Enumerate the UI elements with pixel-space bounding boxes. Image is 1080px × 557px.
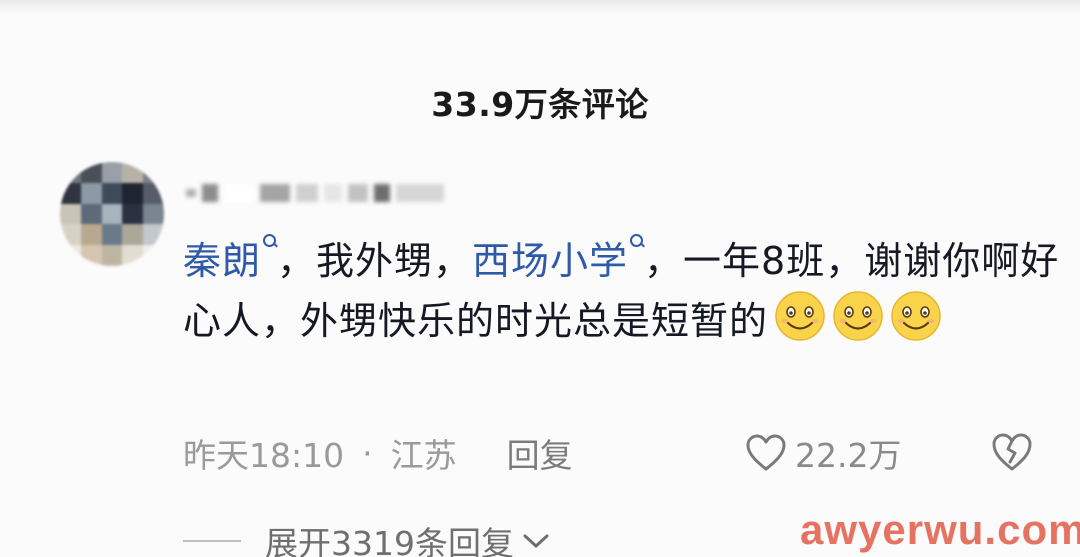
expand-replies-label: 展开3319条回复 [265,524,514,557]
expand-divider [183,540,241,542]
smiling-face-emoji-icon [775,291,825,341]
like-count: 22.2万 [795,436,902,475]
comment-count-title: 33.9万条评论 [431,85,649,124]
comment-text: 秦朗 ，我外甥，西场小学 ，一年8班，谢谢你啊好心人，外甥快乐的时光总是短暂的 [183,232,1063,350]
like-button[interactable]: 22.2万 [745,428,901,478]
site-watermark: awyerwu.com [800,506,1080,553]
search-icon [630,234,644,248]
top-fade [0,0,1080,14]
topic-link-school[interactable]: 西场小学 [472,234,644,283]
comment-meta: 昨天18:10 · 江苏 回复 [183,428,573,478]
meta-separator: · [362,433,373,473]
comment-time: 昨天18:10 [183,436,345,475]
expand-replies-button[interactable]: 展开3319条回复 [183,516,550,557]
smiling-face-emoji-icon [833,291,883,341]
search-icon [263,234,277,248]
heart-icon [746,434,786,471]
avatar[interactable] [60,162,164,266]
reply-button[interactable]: 回复 [507,429,573,477]
topic-link-label: 西场小学 [472,239,629,283]
comment-location: 江苏 [390,436,457,475]
topic-link-label: 秦朗 [183,239,262,283]
topic-link-qinlang[interactable]: 秦朗 [183,234,277,283]
comment-panel: 33.9万条评论 秦朗 ，我外甥，西场小学 ，一年8班，谢谢你啊好心人，外甥快乐… [0,0,1080,557]
comment-text-segment: ，我外甥， [277,239,473,283]
broken-heart-icon[interactable] [990,432,1034,472]
username-redacted[interactable] [186,180,444,206]
chevron-down-icon [523,534,549,548]
smiling-face-emoji-icon [891,291,941,341]
